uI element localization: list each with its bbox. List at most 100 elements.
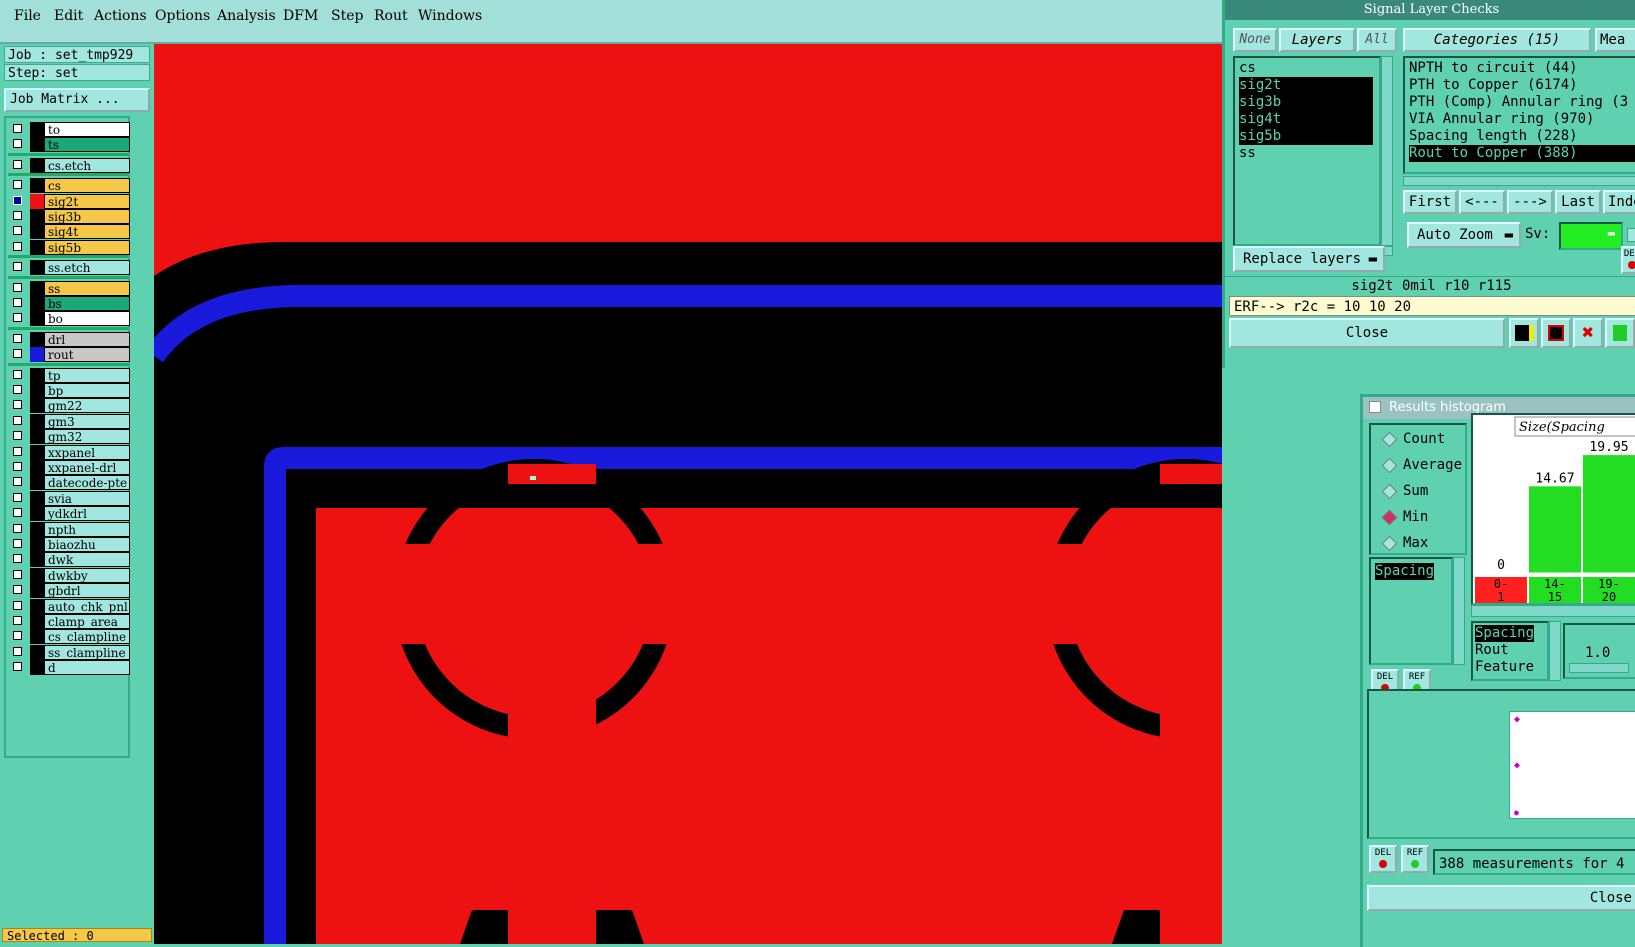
- layer-color-swatch[interactable]: [30, 311, 44, 327]
- layer-name[interactable]: bp: [44, 383, 130, 398]
- layer-color-swatch[interactable]: [30, 413, 44, 429]
- layer-name[interactable]: ts: [44, 137, 130, 153]
- category-item[interactable]: PTH to Copper (6174): [1409, 77, 1578, 94]
- layer-row[interactable]: bs: [8, 296, 130, 311]
- scale-control[interactable]: 1.0: [1563, 623, 1635, 679]
- menu-file[interactable]: File: [14, 8, 41, 24]
- layer-checkbox[interactable]: [13, 616, 22, 625]
- layer-row[interactable]: ydkdrl: [8, 506, 130, 522]
- layer-checkbox[interactable]: [13, 333, 22, 343]
- menu-windows[interactable]: Windows: [418, 8, 482, 24]
- layer-color-swatch[interactable]: [30, 280, 44, 296]
- layer-row[interactable]: gbdrl: [8, 583, 130, 599]
- layer-row[interactable]: clamp_area: [8, 614, 130, 629]
- layer-color-swatch[interactable]: [30, 490, 44, 506]
- layer-color-swatch[interactable]: [30, 383, 44, 398]
- layer-name[interactable]: bo: [44, 311, 130, 327]
- layer-name[interactable]: sig3b: [44, 209, 130, 224]
- layer-checkbox[interactable]: [13, 415, 22, 425]
- layer-row[interactable]: to: [8, 122, 130, 137]
- layer-checkbox[interactable]: [13, 282, 22, 292]
- layer-name[interactable]: gm22: [44, 398, 130, 414]
- first-button[interactable]: First: [1403, 190, 1457, 214]
- layer-color-swatch[interactable]: [30, 660, 44, 676]
- layer-color-swatch[interactable]: [30, 122, 44, 137]
- layer-color-swatch[interactable]: [30, 239, 44, 255]
- layer-name[interactable]: d: [44, 660, 130, 676]
- graphics-canvas[interactable]: [154, 44, 1222, 944]
- ref-button-bottom[interactable]: REF: [1401, 845, 1429, 873]
- layer-checkbox[interactable]: [13, 180, 22, 190]
- flag-icon[interactable]: [1541, 318, 1571, 348]
- menu-options[interactable]: Options: [155, 8, 210, 24]
- layer-checkbox[interactable]: [13, 554, 22, 564]
- layer-name[interactable]: npth: [44, 521, 130, 537]
- layer-color-swatch[interactable]: [30, 598, 44, 614]
- layer-name[interactable]: tp: [44, 367, 130, 383]
- menu-analysis[interactable]: Analysis: [217, 8, 276, 24]
- layer-name[interactable]: xxpanel: [44, 444, 130, 460]
- layer-checkbox[interactable]: [13, 631, 22, 641]
- radio-max[interactable]: Max: [1381, 533, 1428, 553]
- layer-checkbox[interactable]: [13, 369, 22, 379]
- layer-checkbox[interactable]: [13, 569, 22, 579]
- layer-color-swatch[interactable]: [30, 137, 44, 153]
- slc-close-button[interactable]: Close: [1229, 318, 1505, 348]
- layer-checkbox[interactable]: [13, 446, 22, 456]
- category-item[interactable]: PTH (Comp) Annular ring (3: [1409, 94, 1628, 111]
- slc-layer-list[interactable]: cs sig2t sig3b sig4t sig5b ss: [1233, 56, 1381, 246]
- layer-name[interactable]: xxpanel-drl: [44, 460, 130, 475]
- layer-checkbox[interactable]: [13, 477, 22, 487]
- layer-row[interactable]: tp: [8, 367, 130, 383]
- layer-name[interactable]: cs_clampline: [44, 629, 130, 645]
- layer-checkbox[interactable]: [13, 492, 22, 502]
- next-button[interactable]: --->: [1507, 190, 1553, 214]
- layer-row[interactable]: sig3b: [8, 209, 130, 224]
- layer-name[interactable]: auto_chk_pnl: [44, 598, 130, 614]
- layer-row[interactable]: d: [8, 660, 130, 676]
- layer-row[interactable]: npth: [8, 521, 130, 537]
- layer-color-swatch[interactable]: [30, 209, 44, 224]
- layer-name[interactable]: to: [44, 122, 130, 137]
- layer-checkbox[interactable]: [13, 139, 22, 149]
- prev-button[interactable]: <---: [1459, 190, 1505, 214]
- layer-row[interactable]: biaozhu: [8, 537, 130, 552]
- layer-row[interactable]: ss.etch: [8, 260, 130, 276]
- layer-list-item[interactable]: sig4t: [1239, 111, 1373, 128]
- categories-hscroll[interactable]: [1403, 176, 1635, 186]
- layer-row[interactable]: sig2t: [8, 193, 130, 209]
- layer-checkbox[interactable]: [13, 662, 22, 672]
- menu-edit[interactable]: Edit: [54, 8, 83, 24]
- layers-button[interactable]: Layers: [1279, 28, 1355, 52]
- layer-color-swatch[interactable]: [30, 521, 44, 537]
- layer-list-item[interactable]: ss: [1239, 145, 1256, 162]
- layer-list-scrollbar[interactable]: [1381, 56, 1393, 246]
- sv-color-selector[interactable]: ▬: [1559, 222, 1623, 250]
- layer-row[interactable]: datecode-pte: [8, 475, 130, 491]
- layer-name[interactable]: bs: [44, 296, 130, 311]
- list-scrollbar[interactable]: [1453, 557, 1465, 665]
- list-item[interactable]: Rout: [1475, 642, 1509, 659]
- layer-color-swatch[interactable]: [30, 506, 44, 522]
- layer-color-swatch[interactable]: [30, 583, 44, 599]
- layer-checkbox[interactable]: [13, 431, 22, 441]
- layer-list-item[interactable]: cs: [1239, 60, 1256, 77]
- menu-dfm[interactable]: DFM: [283, 8, 318, 24]
- list-item[interactable]: Feature: [1475, 659, 1534, 676]
- sv-checkbox[interactable]: [1627, 228, 1635, 242]
- layer-checkbox[interactable]: [13, 400, 22, 410]
- field-list-scrollbar[interactable]: [1549, 621, 1561, 681]
- layer-color-swatch[interactable]: [30, 444, 44, 460]
- layer-row[interactable]: cs.etch: [8, 157, 130, 173]
- index-button[interactable]: Inde: [1603, 190, 1635, 214]
- layer-color-swatch[interactable]: [30, 157, 44, 173]
- layer-color-swatch[interactable]: [30, 260, 44, 276]
- histogram-close-button[interactable]: Close: [1367, 885, 1635, 911]
- last-button[interactable]: Last: [1555, 190, 1601, 214]
- histogram-list[interactable]: Spacing: [1369, 557, 1453, 665]
- job-matrix-button[interactable]: Job Matrix ...: [4, 88, 150, 112]
- highlight-icon[interactable]: [1509, 318, 1539, 348]
- replace-layers-dropdown[interactable]: Replace layers ▬: [1233, 246, 1385, 272]
- layer-row[interactable]: gm3: [8, 413, 130, 429]
- del-button-top[interactable]: DEL: [1621, 246, 1635, 274]
